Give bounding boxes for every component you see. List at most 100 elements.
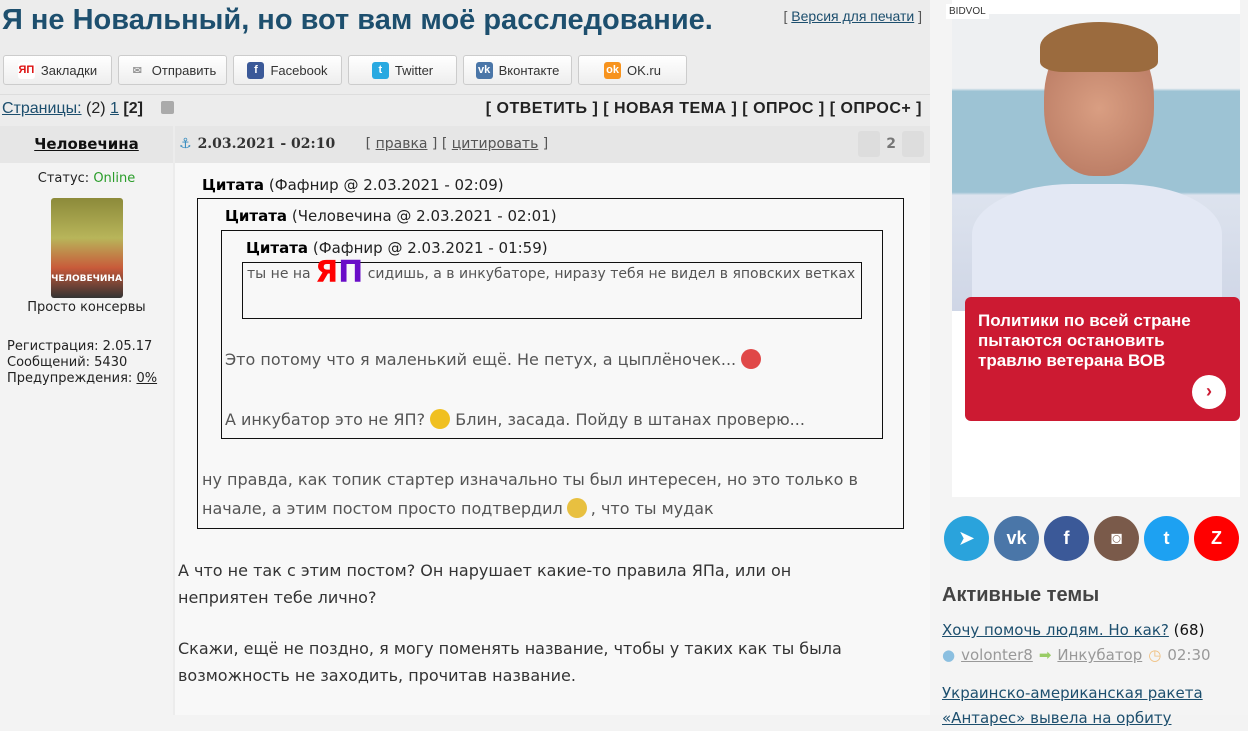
vk-icon: vk <box>475 61 493 79</box>
user-icon: ● <box>942 646 956 664</box>
post-date: 2.03.2021 - 02:10 <box>197 136 336 152</box>
share-bookmarks-button[interactable]: ЯП Закладки <box>3 55 112 85</box>
thumbs-up-icon[interactable] <box>902 131 924 157</box>
text: Блин, засада. Пойду в штанах проверю... <box>455 410 805 429</box>
ad-label: BIDVOL <box>946 4 989 19</box>
vote-count: 2 <box>886 136 896 152</box>
vk-icon[interactable]: vk <box>994 516 1039 561</box>
label: Twitter <box>394 62 434 78</box>
quote-header: Цитата (Фафнир @ 2.03.2021 - 01:59) <box>246 239 548 257</box>
yap-logo-part: П <box>338 255 364 290</box>
chick-smiley-icon <box>741 349 762 369</box>
quote-middle: Цитата (Фафнир @ 2.03.2021 - 01:59) ты н… <box>221 230 883 439</box>
quote-text: ты не на <box>247 266 311 282</box>
twitter-icon[interactable]: t <box>1144 516 1189 561</box>
text: Это потому что я маленький ещё. Не петух… <box>225 350 737 369</box>
sidebar: Политики по всей стране пытаются останов… <box>930 0 1248 727</box>
active-topics-heading: Активные темы <box>942 584 1100 606</box>
current-page: [2] <box>123 100 143 117</box>
share-ok-button[interactable]: ok OK.ru <box>578 55 687 85</box>
clock-icon: ◷ <box>1148 646 1162 664</box>
topic-forum-link[interactable]: Инкубатор <box>1057 646 1142 664</box>
telegram-icon[interactable]: ➤ <box>944 516 989 561</box>
instagram-icon[interactable]: ◙ <box>1094 516 1139 561</box>
active-topic: Хочу помочь людям. Но как? (68) <box>942 621 1204 639</box>
post-count: Сообщений: 5430 <box>7 355 128 370</box>
label: Вконтакте <box>498 62 560 78</box>
registration-date: Регистрация: 2.05.17 <box>7 339 153 354</box>
quote-label: Цитата <box>202 176 265 194</box>
pagination-bar: Страницы: (2) 1 [2] [ ОТВЕТИТЬ ] [ НОВАЯ… <box>0 94 930 122</box>
post-header: ⚓ 2.03.2021 - 02:10 [ правка ] [ цитирова… <box>175 126 930 163</box>
page-count: (2) <box>86 100 106 117</box>
zen-icon[interactable]: Z <box>1194 516 1239 561</box>
user-panel: Человечина Статус: Online ЧЕЛОВЕЧИНА Про… <box>0 126 173 715</box>
page-1-link[interactable]: 1 <box>110 100 119 117</box>
topic-time: 02:30 <box>1167 646 1211 664</box>
quote-meta: (Человечина @ 2.03.2021 - 02:01) <box>291 207 557 225</box>
ad-text: Политики по всей стране пытаются останов… <box>978 311 1191 370</box>
topic-count: (68) <box>1173 621 1205 639</box>
text: А инкубатор это не ЯП? <box>225 410 426 429</box>
ok-icon: ok <box>604 61 622 79</box>
user-info: Регистрация: 2.05.17 Сообщений: 5430 Пре… <box>7 339 173 387</box>
warnings-label: Предупреждения: <box>7 371 133 386</box>
quote-outer: Цитата (Человечина @ 2.03.2021 - 02:01) … <box>197 198 904 529</box>
facebook-icon: f <box>247 61 265 79</box>
share-bar: ЯП Закладки ✉ Отправить f Facebook t Twitter… <box>3 55 687 85</box>
label: Facebook <box>270 62 328 78</box>
quote-link[interactable]: цитировать <box>452 136 539 152</box>
active-topic: Украинско-американская ракета «Антарес» … <box>942 681 1242 731</box>
quote-header: Цитата (Человечина @ 2.03.2021 - 02:01) <box>225 207 557 225</box>
label: OK.ru <box>627 62 661 78</box>
pages-link[interactable]: Страницы: <box>2 100 82 117</box>
username-link[interactable]: Человечина <box>34 135 139 153</box>
envelope-icon: ✉ <box>132 64 142 77</box>
post-text: А что не так с этим постом? Он нарушает … <box>178 561 792 607</box>
user-rank: Просто консервы <box>27 300 146 315</box>
share-twitter-button[interactable]: t Twitter <box>348 55 457 85</box>
share-facebook-button[interactable]: f Facebook <box>233 55 342 85</box>
ad-card[interactable]: Политики по всей стране пытаются останов… <box>965 297 1240 421</box>
quote-header: Цитата (Фафнир @ 2.03.2021 - 02:09) <box>202 176 504 194</box>
anchor-icon[interactable]: ⚓ <box>179 136 192 152</box>
pages-dropdown-icon[interactable] <box>161 101 175 114</box>
quote-meta: (Фафнир @ 2.03.2021 - 02:09) <box>268 176 504 194</box>
label: Закладки <box>40 62 98 78</box>
post-links: [ правка ] [ цитировать ] <box>365 136 549 152</box>
edit-link[interactable]: правка <box>376 136 428 152</box>
topic-author-link[interactable]: volonter8 <box>961 646 1033 664</box>
label: Отправить <box>151 62 217 78</box>
ad-photo <box>952 14 1240 311</box>
ad-banner[interactable]: Политики по всей стране пытаются останов… <box>952 0 1240 497</box>
topic-meta: ● volonter8 ➡ Инкубатор ◷ 02:30 <box>942 646 1211 664</box>
quote-text: А инкубатор это не ЯП? Блин, засада. Пой… <box>225 409 805 429</box>
post-text: Скажи, ещё не поздно, я могу поменять на… <box>178 639 842 685</box>
text: , что ты мудак <box>590 499 714 518</box>
topic-link[interactable]: Украинско-американская ракета «Антарес» … <box>942 684 1203 727</box>
smiley-icon <box>430 409 451 429</box>
print-version: [ Версия для печати ] <box>783 8 922 24</box>
chevron-right-icon[interactable]: › <box>1192 375 1226 409</box>
quote-inner: ты не на ЯП сидишь, а в инкубаторе, нира… <box>242 258 862 319</box>
print-version-link[interactable]: Версия для печати <box>791 8 914 24</box>
text: начале, а этим постом просто подтвердил <box>202 499 563 518</box>
warnings-link[interactable]: 0% <box>136 371 157 386</box>
topic-actions[interactable]: [ ОТВЕТИТЬ ] [ НОВАЯ ТЕМА ] [ ОПРОС ] [ … <box>486 100 922 118</box>
topic-link[interactable]: Хочу помочь людям. Но как? <box>942 621 1169 639</box>
facebook-icon[interactable]: f <box>1044 516 1089 561</box>
text: ну правда, как топик стартер изначально … <box>202 470 858 489</box>
share-email-button[interactable]: ✉ Отправить <box>118 55 227 85</box>
quote-text: Это потому что я маленький ещё. Не петух… <box>225 349 762 369</box>
share-vk-button[interactable]: vk Вконтакте <box>463 55 572 85</box>
thumbs-down-icon[interactable] <box>858 131 881 157</box>
post-body: Цитата (Фафнир @ 2.03.2021 - 02:09) Цита… <box>175 163 930 715</box>
topic-title: Я не Новальный, но вот вам моё расследов… <box>2 4 713 36</box>
pointing-smiley-icon <box>566 498 587 518</box>
forum-main: Я не Новальный, но вот вам моё расследов… <box>0 0 930 715</box>
status-online: Online <box>93 171 136 186</box>
status-label: Статус: <box>37 171 90 186</box>
arrow-right-icon: ➡ <box>1038 646 1052 664</box>
user-status: Статус: Online <box>0 171 173 186</box>
avatar-text: ЧЕЛОВЕЧИНА <box>51 274 122 284</box>
